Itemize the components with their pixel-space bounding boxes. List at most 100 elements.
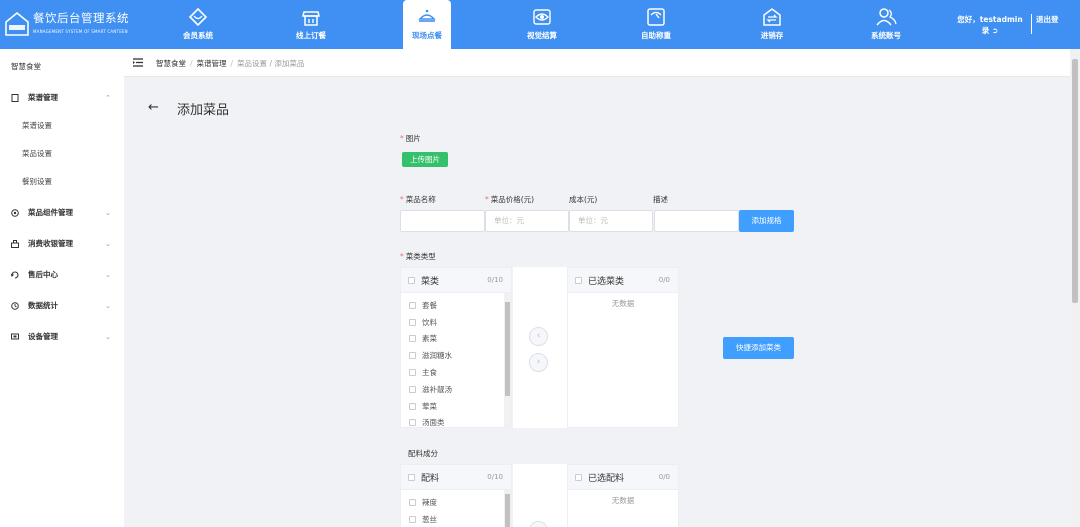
select-all-checkbox[interactable]: [575, 474, 582, 481]
list-item[interactable]: 滋补靓汤: [409, 382, 452, 396]
app-subtitle: MANAGEMENT SYSTEM OF SMART CANTEEN: [33, 29, 128, 34]
dish-name-input[interactable]: [400, 210, 485, 232]
required-mark: *: [400, 134, 404, 143]
cashier-icon: [11, 240, 19, 248]
move-right-button[interactable]: ›: [529, 353, 548, 372]
list-scroll-thumb[interactable]: [505, 494, 510, 527]
nav-onsite-order[interactable]: 现场点餐: [403, 0, 451, 49]
panel-title: 已选配料: [588, 474, 625, 484]
sidebar-group-aftersales[interactable]: 售后中心 ⌄: [0, 261, 124, 289]
list-item[interactable]: 汤面类: [409, 415, 445, 429]
checkbox[interactable]: [409, 385, 416, 393]
logout-arrow-icon: ➲: [991, 26, 999, 35]
sidebar-group-cashier[interactable]: 消费收银管理 ⌄: [0, 230, 124, 258]
nav-self-weigh[interactable]: 自助称重: [621, 0, 691, 49]
page-scroll-thumb[interactable]: [1072, 59, 1078, 303]
move-left-button[interactable]: ‹: [529, 521, 548, 527]
users-icon: [876, 8, 897, 26]
ingredient-target-panel: 已选配料 0/0 无数据: [567, 464, 679, 527]
chevron-down-icon: ⌄: [105, 302, 111, 310]
house-exchange-icon: [763, 8, 781, 26]
chevron-left-icon: ‹: [536, 331, 541, 341]
sidebar-group-components[interactable]: 菜品组件管理 ⌄: [0, 199, 124, 227]
user-greeting: 您好，testadmin 录 ➲: [957, 15, 1023, 35]
category-type-label: * 菜类类型: [400, 252, 436, 261]
back-arrow-icon[interactable]: ←: [148, 100, 159, 115]
list-item[interactable]: 滋润糖水: [409, 348, 452, 362]
sidebar-item-recipe-settings[interactable]: 菜谱设置: [0, 112, 124, 140]
breadcrumb-item[interactable]: 菜谱管理: [197, 59, 227, 68]
nav-inventory[interactable]: 进销存: [737, 0, 807, 49]
ingredient-list: 辣度 葱丝: [401, 490, 511, 527]
panel-header: 已选配料 0/0: [568, 465, 678, 490]
breadcrumb-bar: 智慧食堂 / 菜谱管理 / 菜品设置 / 添加菜品: [124, 49, 1070, 77]
list-item[interactable]: 素菜: [409, 331, 437, 345]
list-item[interactable]: 套餐: [409, 298, 437, 312]
chevron-down-icon: ⌄: [105, 209, 111, 217]
checkbox[interactable]: [409, 418, 416, 426]
category-target-panel: 已选菜类 0/0 无数据: [567, 267, 679, 428]
checkbox[interactable]: [409, 334, 416, 342]
category-list: 套餐 饮料 素菜 滋润糖水 主食 滋补靓汤 荤菜 汤面类: [401, 293, 511, 428]
breadcrumb: 智慧食堂 / 菜谱管理 / 菜品设置 / 添加菜品: [156, 59, 305, 68]
nav-member-system[interactable]: 会员系统: [163, 0, 233, 49]
panel-title: 菜类: [421, 277, 440, 287]
sidebar-group-recipe[interactable]: 菜谱管理 ⌃: [0, 84, 124, 112]
logout-link[interactable]: 退出登: [1036, 14, 1070, 36]
list-item[interactable]: 饮料: [409, 315, 437, 329]
heart-diamond-icon: [188, 7, 208, 27]
app-logo: 餐饮后台管理系统 MANAGEMENT SYSTEM OF SMART CANT…: [4, 10, 129, 36]
checkbox[interactable]: [409, 368, 416, 376]
menu-toggle-icon[interactable]: [133, 58, 143, 67]
main-content: ← 添加菜品 * 图片 上传图片 * 菜品名称 * 菜品价格(元) 成本(元) 描述 …: [124, 78, 1070, 527]
dish-name-label: * 菜品名称: [400, 195, 436, 204]
breadcrumb-item[interactable]: 智慧食堂: [156, 59, 186, 68]
app-title: 餐饮后台管理系统: [33, 11, 129, 25]
sidebar-group-statistics[interactable]: 数据统计 ⌄: [0, 292, 124, 320]
empty-text: 无数据: [611, 496, 635, 505]
file-icon: [11, 94, 19, 102]
move-left-button[interactable]: ‹: [529, 327, 548, 346]
ingredient-transfer-buttons: ‹: [513, 464, 567, 527]
nav-system-accounts[interactable]: 系统账号: [851, 0, 921, 49]
checkbox[interactable]: [409, 351, 416, 359]
cost-label: 成本(元): [569, 195, 598, 204]
nav-online-order[interactable]: 线上订餐: [276, 0, 346, 49]
select-all-checkbox[interactable]: [408, 474, 415, 481]
cost-input[interactable]: 单位：元: [569, 210, 653, 232]
quick-add-category-button[interactable]: 快捷添加菜类: [723, 337, 794, 359]
shop-icon: [302, 11, 320, 26]
add-spec-button[interactable]: 添加规格: [739, 210, 794, 232]
list-item[interactable]: 主食: [409, 365, 437, 379]
panel-header: 已选菜类 0/0: [568, 268, 678, 293]
dish-price-input[interactable]: 单位：元: [485, 210, 569, 232]
sidebar-item-dish-settings[interactable]: 菜品设置: [0, 140, 124, 168]
checkbox[interactable]: [409, 301, 416, 309]
nav-visual-checkout[interactable]: 视觉结算: [507, 0, 577, 49]
device-icon: [11, 333, 19, 340]
dining-cloche-icon: [418, 9, 436, 22]
select-all-checkbox[interactable]: [408, 277, 415, 284]
checkbox[interactable]: [409, 498, 416, 506]
checkbox[interactable]: [409, 515, 416, 523]
list-item[interactable]: 荤菜: [409, 399, 437, 413]
checkbox[interactable]: [409, 318, 416, 326]
dish-price-label: * 菜品价格(元): [485, 195, 535, 204]
chevron-down-icon: ⌄: [105, 240, 111, 248]
description-input[interactable]: [654, 210, 739, 232]
select-all-checkbox[interactable]: [575, 277, 582, 284]
list-item[interactable]: 辣度: [409, 495, 437, 509]
sidebar-item-meal-settings[interactable]: 餐别设置: [0, 168, 124, 196]
scale-icon: [647, 8, 665, 26]
nav-label: 视觉结算: [527, 31, 557, 40]
upload-image-button[interactable]: 上传图片: [402, 152, 448, 167]
page-scrollbar[interactable]: [1070, 49, 1080, 527]
list-item[interactable]: 葱丝: [409, 512, 437, 526]
panel-header: 菜类 0/10: [401, 268, 511, 293]
list-scroll-thumb[interactable]: [505, 302, 510, 396]
page-title: 添加菜品: [177, 103, 230, 118]
sidebar-group-devices[interactable]: 设备管理 ⌄: [0, 323, 124, 351]
panel-header: 配料 0/10: [401, 465, 511, 490]
checkbox[interactable]: [409, 402, 416, 410]
nav-label: 线上订餐: [296, 31, 326, 40]
